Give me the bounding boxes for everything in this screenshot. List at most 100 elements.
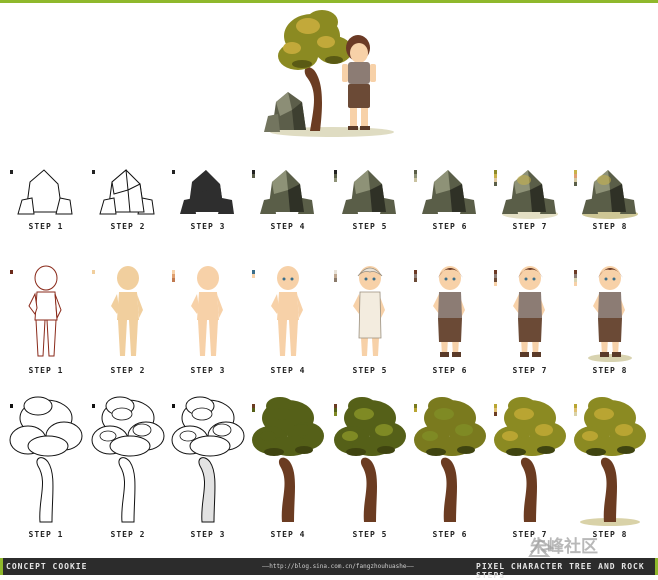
color-swatch <box>334 412 337 416</box>
rock-step-cell: STEP 6 <box>410 162 490 234</box>
rock-step-label: STEP 1 <box>28 222 64 231</box>
rock-step-cell: STEP 4 <box>248 162 328 234</box>
character-sprite <box>191 266 223 356</box>
tree-step-cell: STEP 2 <box>88 396 168 542</box>
tree-step-cell: STEP 6 <box>410 396 490 542</box>
hero-illustration <box>264 10 394 137</box>
rock-sprite <box>180 170 234 214</box>
color-swatch <box>494 282 497 286</box>
character-step-label: STEP 8 <box>592 366 628 375</box>
tree-sprite <box>494 397 566 522</box>
color-swatch <box>92 404 95 408</box>
color-swatch <box>252 174 255 178</box>
rock-step-cell: STEP 3 <box>168 162 248 234</box>
color-swatch <box>494 412 497 416</box>
character-sprite <box>433 266 465 357</box>
color-swatch <box>574 282 577 286</box>
footer-accent-left <box>0 558 3 575</box>
rock-step-label: STEP 3 <box>190 222 226 231</box>
character-step-cell: STEP 4 <box>248 262 328 378</box>
character-step-cell: STEP 1 <box>6 262 86 378</box>
character-step-cell: STEP 5 <box>330 262 410 378</box>
tree-sprite <box>9 396 83 523</box>
character-step-label: STEP 1 <box>28 366 64 375</box>
footer-title: PIXEL CHARACTER TREE AND ROCK STEPS <box>476 562 645 580</box>
rock-sprite <box>17 169 73 215</box>
color-swatch <box>10 404 13 408</box>
rock-steps-row: STEP 1 STEP 2 STEP 3 STEP 4 STEP 5 STEP 6 STEP… <box>0 162 658 234</box>
character-step-label: STEP 5 <box>352 366 388 375</box>
rock-sprite <box>342 170 396 214</box>
tree-step-cell: STEP 4 <box>248 396 328 542</box>
character-sprite <box>28 265 62 357</box>
color-swatch <box>414 408 417 412</box>
character-step-label: STEP 6 <box>432 366 468 375</box>
character-sprite <box>271 266 303 356</box>
character-step-label: STEP 2 <box>110 366 146 375</box>
color-swatch <box>334 278 337 282</box>
character-step-cell: STEP 2 <box>88 262 168 378</box>
tree-step-cell: STEP 1 <box>6 396 86 542</box>
watermark-text: 朱峰社区 <box>530 537 598 557</box>
character-steps-row: STEP 1 STEP 2 STEP 3 STEP 4 STEP 5 STEP 6 STEP… <box>0 262 658 380</box>
character-step-cell: STEP 3 <box>168 262 248 378</box>
rock-step-cell: STEP 2 <box>88 162 168 234</box>
tree-step-label: STEP 6 <box>432 530 468 539</box>
color-swatch <box>574 182 577 186</box>
tree-step-cell: STEP 8 <box>570 396 650 542</box>
color-swatch <box>414 178 417 182</box>
tree-sprite <box>252 397 324 522</box>
character-sprite <box>588 266 632 362</box>
character-step-label: STEP 3 <box>190 366 226 375</box>
color-swatch <box>10 270 13 274</box>
rock-step-cell: STEP 8 <box>570 162 650 234</box>
color-swatch <box>252 408 255 412</box>
rock-step-label: STEP 6 <box>432 222 468 231</box>
footer-brand: CONCEPT COOKIE <box>6 562 88 571</box>
tree-step-label: STEP 4 <box>270 530 306 539</box>
tree-step-cell: STEP 7 <box>490 396 570 542</box>
tree-step-label: STEP 5 <box>352 530 388 539</box>
rock-step-cell: STEP 5 <box>330 162 410 234</box>
rock-step-cell: STEP 1 <box>6 162 86 234</box>
character-sprite <box>513 266 545 357</box>
tree-sprite <box>91 396 165 523</box>
rock-step-label: STEP 7 <box>512 222 548 231</box>
tree-sprite <box>171 396 245 523</box>
color-swatch <box>334 178 337 182</box>
tree-sprite <box>414 397 486 522</box>
tree-step-label: STEP 1 <box>28 530 64 539</box>
rock-sprite <box>422 170 476 214</box>
color-swatch <box>494 182 497 186</box>
rock-step-label: STEP 4 <box>270 222 306 231</box>
character-step-label: STEP 4 <box>270 366 306 375</box>
color-swatch <box>172 170 175 174</box>
rock-sprite <box>99 168 155 215</box>
rock-sprite <box>502 170 558 219</box>
tree-step-label: STEP 2 <box>110 530 146 539</box>
color-swatch <box>574 412 577 416</box>
tree-step-cell: STEP 5 <box>330 396 410 542</box>
tree-step-cell: STEP 3 <box>168 396 248 542</box>
footer-url: ——http://blog.sina.com.cn/fangzhouhuashe… <box>262 563 414 570</box>
rock-step-cell: STEP 7 <box>490 162 570 234</box>
character-step-label: STEP 7 <box>512 366 548 375</box>
rock-step-label: STEP 5 <box>352 222 388 231</box>
rock-step-label: STEP 8 <box>592 222 628 231</box>
character-step-cell: STEP 8 <box>570 262 650 378</box>
rock-sprite <box>582 170 638 219</box>
color-swatch <box>92 270 95 274</box>
tree-sprite <box>334 397 406 522</box>
character-step-cell: STEP 6 <box>410 262 490 378</box>
footer-bar: CONCEPT COOKIE ——http://blog.sina.com.cn… <box>0 558 658 580</box>
color-swatch <box>252 274 255 278</box>
tree-steps-row: STEP 1 STEP 2 STEP 3 STEP 4 STEP 5 STEP 6 STEP… <box>0 396 658 544</box>
tree-step-label: STEP 3 <box>190 530 226 539</box>
color-swatch <box>92 170 95 174</box>
color-swatch <box>10 170 13 174</box>
character-step-cell: STEP 7 <box>490 262 570 378</box>
tree-sprite <box>574 397 646 526</box>
character-sprite <box>353 266 385 356</box>
color-swatch <box>172 404 175 408</box>
rock-step-label: STEP 2 <box>110 222 146 231</box>
